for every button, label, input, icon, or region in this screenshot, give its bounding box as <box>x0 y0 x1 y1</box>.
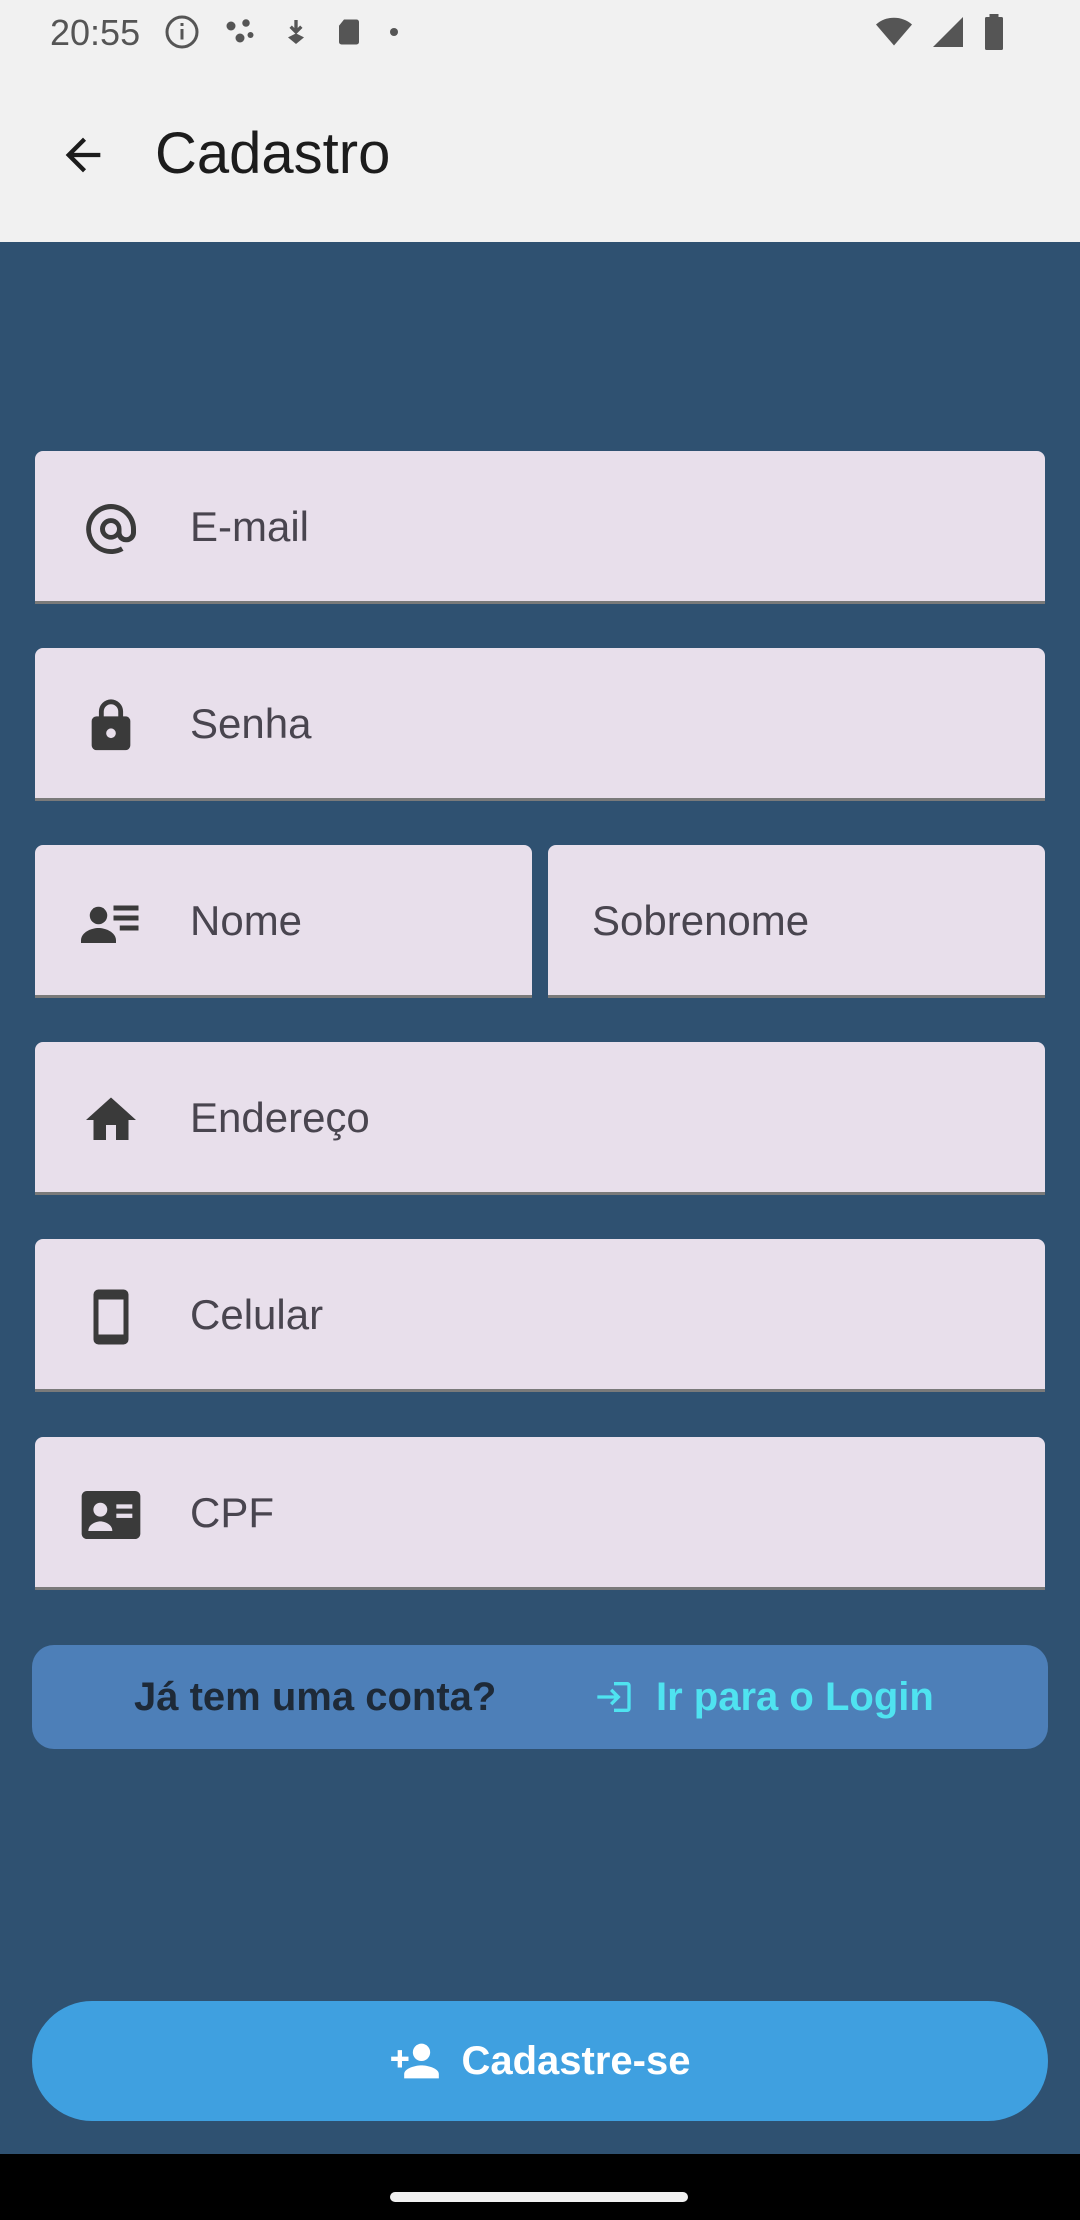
cpf-field[interactable]: CPF <box>35 1437 1045 1590</box>
home-icon <box>79 1088 143 1152</box>
address-placeholder: Endereço <box>190 1094 370 1141</box>
smartphone-icon <box>79 1285 143 1349</box>
email-placeholder: E-mail <box>190 503 310 550</box>
dot-icon <box>390 28 398 36</box>
first-name-placeholder: Nome <box>190 897 303 944</box>
status-bar: 20:55 <box>0 0 1080 64</box>
dots-icon <box>226 19 254 43</box>
register-button[interactable]: Cadastre-se <box>32 2001 1048 2121</box>
phone-field[interactable]: Celular <box>35 1239 1045 1392</box>
address-field[interactable]: Endereço <box>35 1042 1045 1195</box>
register-label: Cadastre-se <box>461 2038 691 2083</box>
last-name-field[interactable]: Sobrenome <box>548 845 1045 998</box>
person-add-icon <box>391 2043 440 2079</box>
at-sign-icon <box>79 497 143 561</box>
system-icons <box>874 14 1006 50</box>
wifi-icon <box>876 17 912 46</box>
navigation-bar <box>0 2154 1080 2220</box>
badge-person-icon <box>79 891 143 955</box>
info-icon <box>165 15 199 49</box>
back-button[interactable] <box>50 122 116 188</box>
phone-placeholder: Celular <box>190 1291 324 1338</box>
notification-icons <box>164 14 402 50</box>
go-to-login-button[interactable]: Ir para o Login <box>594 1667 934 1727</box>
lock-icon <box>79 694 143 758</box>
email-field[interactable]: E-mail <box>35 451 1045 604</box>
cpf-placeholder: CPF <box>190 1489 274 1536</box>
last-name-placeholder: Sobrenome <box>592 897 810 944</box>
id-card-icon <box>79 1483 143 1547</box>
page-title: Cadastro <box>155 121 391 186</box>
arrow-back-icon <box>65 137 101 173</box>
password-field[interactable]: Senha <box>35 648 1045 801</box>
status-time: 20:55 <box>50 12 141 53</box>
password-placeholder: Senha <box>190 700 312 747</box>
home-gesture-handle[interactable] <box>390 2192 688 2202</box>
first-name-field[interactable]: Nome <box>35 845 532 998</box>
download-icon <box>288 20 304 44</box>
battery-icon <box>985 14 1003 50</box>
login-icon <box>597 1682 631 1712</box>
signal-icon <box>933 17 963 47</box>
go-to-login-label: Ir para o Login <box>656 1674 934 1719</box>
login-question: Já tem uma conta? <box>134 1675 497 1719</box>
app-bar: Cadastro <box>0 64 1080 242</box>
login-prompt: Já tem uma conta? Ir para o Login <box>32 1645 1048 1749</box>
sd-card-icon <box>339 19 359 45</box>
